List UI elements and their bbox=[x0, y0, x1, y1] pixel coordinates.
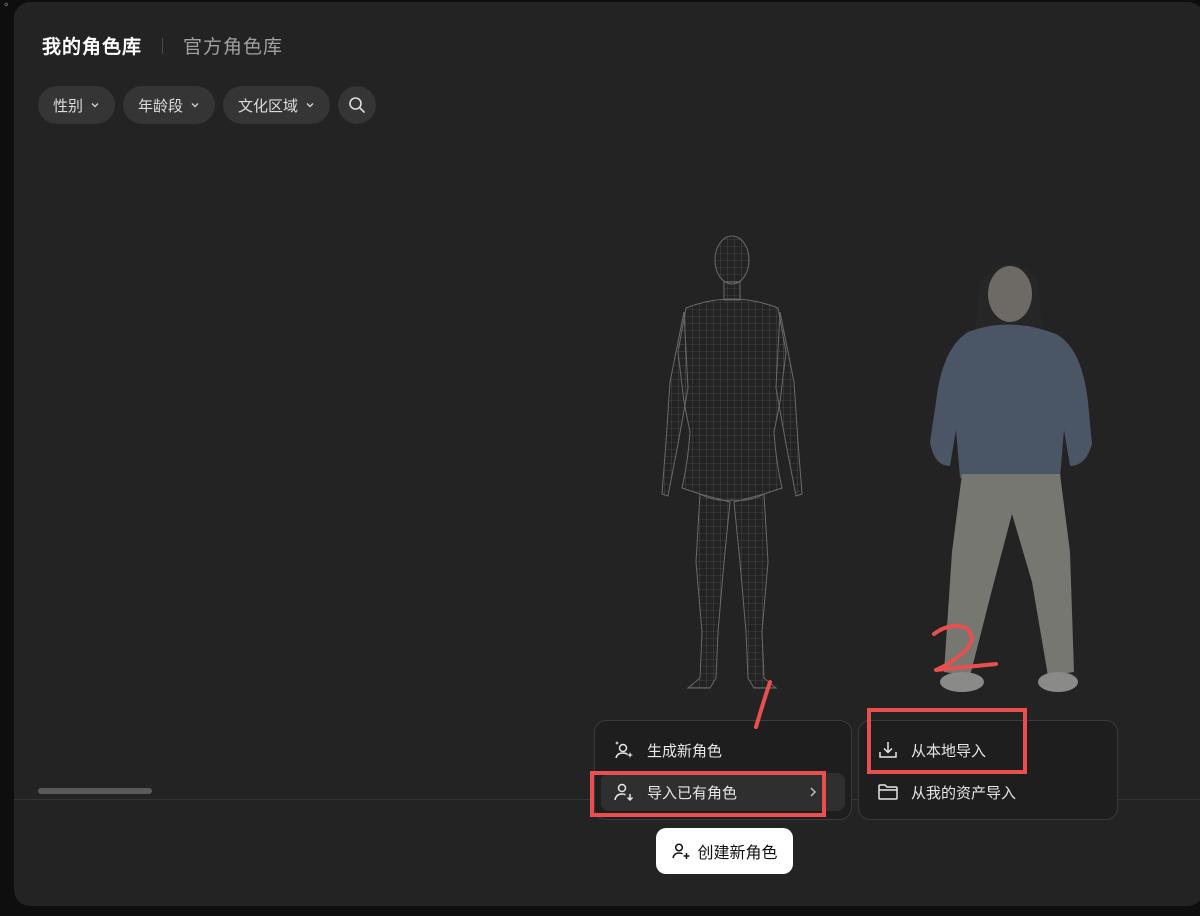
menu-item-generate-character[interactable]: 生成新角色 bbox=[601, 731, 845, 769]
tab-my-characters[interactable]: 我的角色库 bbox=[42, 32, 142, 59]
filter-age[interactable]: 年龄段 bbox=[123, 86, 216, 124]
menu-item-generate-label: 生成新角色 bbox=[647, 741, 723, 760]
annotation-box-1 bbox=[590, 771, 826, 817]
library-tabs: 我的角色库 官方角色库 bbox=[42, 32, 283, 59]
submenu-item-import-assets[interactable]: 从我的资产导入 bbox=[865, 773, 1111, 811]
filter-gender[interactable]: 性别 bbox=[38, 86, 116, 124]
mesh-mannequin-figure bbox=[661, 235, 803, 689]
filter-culture-region[interactable]: 文化区域 bbox=[223, 86, 331, 124]
chevron-down-icon bbox=[91, 103, 99, 108]
search-icon bbox=[349, 97, 365, 113]
tab-divider bbox=[162, 37, 164, 54]
chevron-down-icon bbox=[191, 103, 199, 108]
filter-gender-label: 性别 bbox=[53, 96, 84, 115]
filter-age-label: 年龄段 bbox=[138, 96, 184, 115]
sparkle-person-icon bbox=[615, 741, 633, 759]
submenu-item-assets-label: 从我的资产导入 bbox=[911, 783, 1017, 802]
annotation-box-2 bbox=[867, 708, 1027, 774]
tab-official-characters[interactable]: 官方角色库 bbox=[183, 32, 283, 59]
create-character-button[interactable]: 创建新角色 bbox=[656, 828, 793, 874]
character-photo-figure bbox=[930, 263, 1092, 692]
filter-bar: 性别 年龄段 文化区域 bbox=[38, 86, 377, 124]
person-add-icon bbox=[672, 843, 690, 859]
filter-culture-label: 文化区域 bbox=[238, 96, 299, 115]
window-corner-glyph: ⚬ bbox=[2, 0, 11, 11]
create-character-label: 创建新角色 bbox=[697, 843, 778, 862]
folder-icon bbox=[878, 784, 898, 800]
search-button[interactable] bbox=[338, 86, 377, 124]
horizontal-scrollbar[interactable] bbox=[38, 788, 152, 794]
chevron-down-icon bbox=[306, 103, 314, 108]
